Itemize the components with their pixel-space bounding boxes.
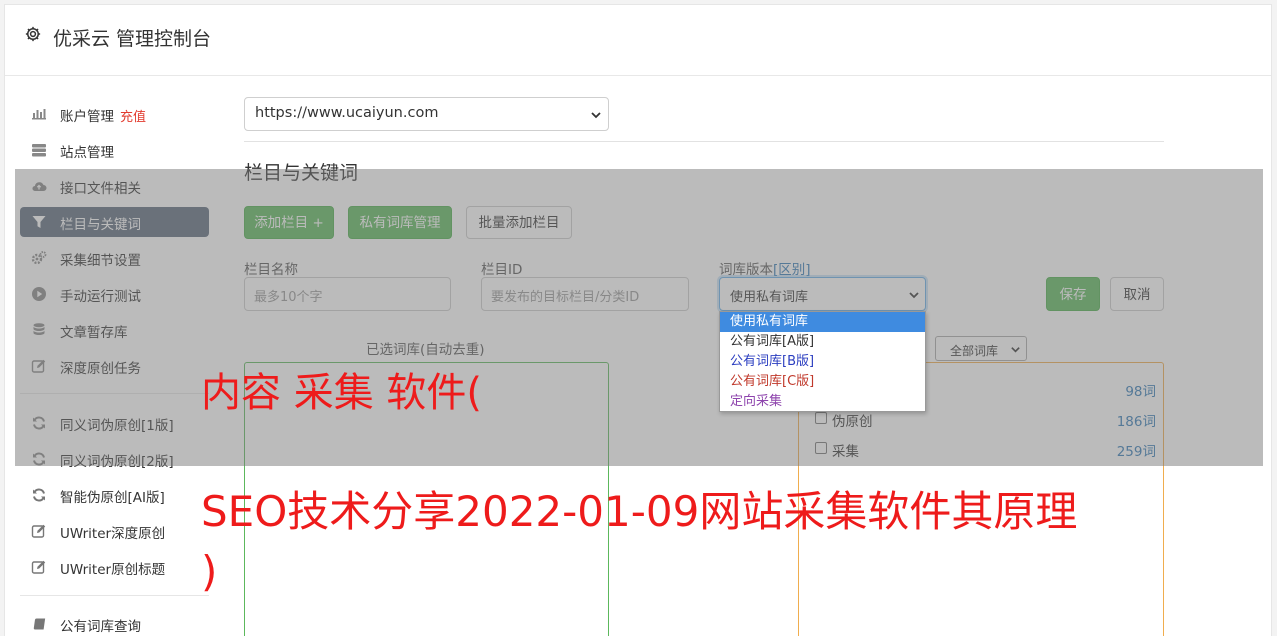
column-name-field[interactable]: 最多10个字 [244,277,451,311]
lib-version-label: 词库版本[区别] [719,258,811,278]
lib-checkbox[interactable] [815,412,827,424]
sidebar-item-label: 站点管理 [60,145,114,161]
sidebar-item-label: 智能伪原创[AI版] [60,490,165,506]
sidebar-item-label: 深度原创任务 [60,361,141,377]
chevron-down-icon [591,112,601,119]
database-icon [33,323,45,335]
refresh-icon [33,488,45,502]
gear-icon[interactable] [24,25,42,43]
cogs-icon [31,251,47,265]
chevron-down-icon [1011,347,1020,353]
sidebar-item-public-lib-query[interactable]: 公有词库查询 [20,609,209,636]
save-button[interactable]: 保存 [1046,277,1100,311]
app-title: 优采云 管理控制台 [53,28,212,50]
sidebar-item-label: 接口文件相关 [60,181,141,197]
sidebar-item-interface-files[interactable]: 接口文件相关 [20,171,209,201]
lib-version-diff-link[interactable]: [区别] [773,262,811,278]
column-id-field[interactable]: 要发布的目标栏目/分类ID [481,277,689,311]
sidebar-item-uwriter-title[interactable]: UWriter原创标题 [20,552,209,582]
selected-libs-caption: 已选词库(自动去重) [366,342,485,358]
page-title: 栏目与关键词 [244,162,359,184]
sidebar-item-label: 文章暂存库 [60,325,128,341]
watermark-line-1: 内容 采集 软件( [201,370,483,416]
site-select-value: https://www.ucaiyun.com [255,105,439,121]
sidebar-item-synonym-v2[interactable]: 同义词伪原创[2版] [20,444,209,474]
chevron-down-icon [909,292,919,299]
add-column-button[interactable]: 添加栏目 + [244,206,334,239]
recharge-link[interactable]: 充值 [120,110,146,125]
watermark-line-2: SEO技术分享2022-01-09网站采集软件其原理 [201,487,1078,536]
lib-count: 98词 [1125,384,1156,400]
lib-version-option[interactable]: 公有词库[C版] [720,372,925,392]
sidebar-item-account[interactable]: 账户管理 充值 [20,99,209,129]
lib-version-option[interactable]: 公有词库[B版] [720,352,925,372]
sidebar-item-label: 采集细节设置 [60,253,141,269]
sidebar-item-synonym-v1[interactable]: 同义词伪原创[1版] [20,408,209,438]
lib-filter-value: 全部词库 [950,344,999,358]
sidebar-item-ai-rewrite[interactable]: 智能伪原创[AI版] [20,480,209,510]
sidebar-item-sites[interactable]: 站点管理 [20,135,209,165]
lib-checkbox[interactable] [815,442,827,454]
lib-version-option[interactable]: 公有词库[A版] [720,332,925,352]
sidebar-item-label: 公有词库查询 [60,619,141,635]
sidebar-item-label: UWriter深度原创 [60,526,166,542]
sidebar-item-label: UWriter原创标题 [60,562,166,578]
column-name-label: 栏目名称 [244,262,298,278]
batch-add-column-button[interactable]: 批量添加栏目 [466,206,572,239]
sidebar-item-manual-run[interactable]: 手动运行测试 [20,279,209,309]
sidebar-item-deep-original-tasks[interactable]: 深度原创任务 [20,351,209,381]
sidebar-divider [20,393,209,394]
lib-count: 259词 [1116,444,1156,460]
bar-chart-icon [32,109,46,120]
refresh-icon [33,416,45,430]
sidebar-item-label: 栏目与关键词 [60,217,141,233]
lib-filter-select[interactable]: 全部词库 [935,336,1027,361]
sidebar-item-uwriter-deep[interactable]: UWriter深度原创 [20,516,209,546]
book-icon [33,618,46,630]
lib-row[interactable]: 采集 259词 [815,438,1156,460]
sidebar-item-label: 同义词伪原创[2版] [60,454,174,470]
sidebar-divider [20,595,209,596]
column-name-placeholder: 最多10个字 [254,290,323,305]
sidebar-item-article-store[interactable]: 文章暂存库 [20,315,209,345]
cancel-button[interactable]: 取消 [1110,277,1164,311]
private-lib-button[interactable]: 私有词库管理 [348,206,452,239]
edit-icon [31,560,46,574]
edit-icon [31,359,46,373]
sidebar-item-columns-keywords[interactable]: 栏目与关键词 [20,207,209,237]
lib-version-dropdown: 使用私有词库 公有词库[A版] 公有词库[B版] 公有词库[C版] 定向采集 [719,311,926,412]
filter-icon [32,216,46,228]
lib-version-option[interactable]: 使用私有词库 [720,312,925,332]
lib-count: 186词 [1116,414,1156,430]
cloud-upload-icon [32,182,47,192]
edit-icon [31,524,46,538]
server-icon [32,144,46,157]
refresh-icon [33,452,45,466]
lib-version-option[interactable]: 定向采集 [720,392,925,412]
sidebar-item-label: 同义词伪原创[1版] [60,418,174,434]
lib-name: 采集 [832,444,859,460]
watermark-line-3: ) [201,547,218,596]
site-select[interactable]: https://www.ucaiyun.com [244,97,609,131]
sidebar-item-label: 账户管理 [60,109,114,125]
lib-name: 伪原创 [832,414,873,430]
lib-version-value: 使用私有词库 [730,290,809,305]
top-bar: 优采云 管理控制台 [5,5,1271,76]
lib-version-select[interactable]: 使用私有词库 [719,277,926,311]
column-id-placeholder: 要发布的目标栏目/分类ID [491,290,640,305]
column-id-label: 栏目ID [481,262,523,278]
sidebar-item-collect-settings[interactable]: 采集细节设置 [20,243,209,273]
play-circle-icon [32,287,46,301]
lib-version-label-text: 词库版本 [719,262,773,278]
divider [244,141,1164,142]
sidebar-item-label: 手动运行测试 [60,289,141,305]
